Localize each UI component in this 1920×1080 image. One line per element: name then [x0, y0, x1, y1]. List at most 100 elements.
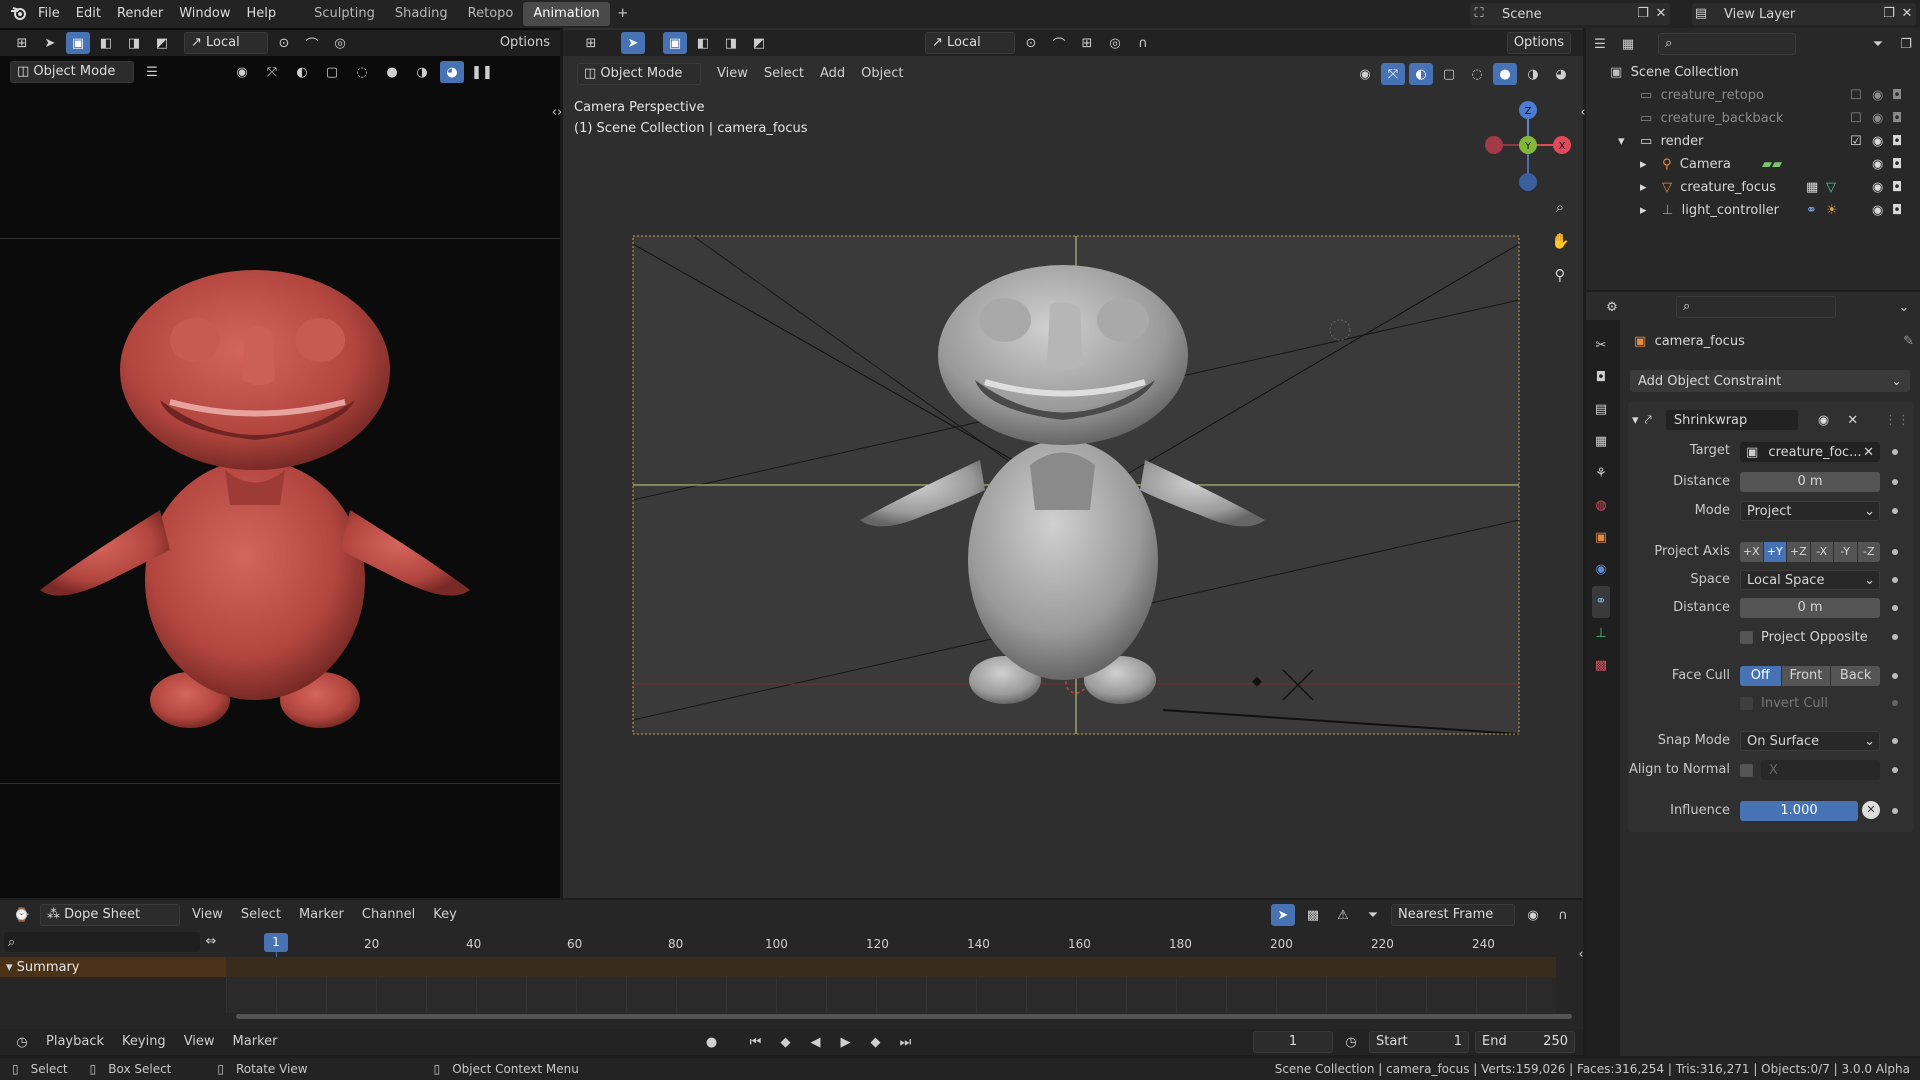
falloff-curve-icon[interactable]: ∩ — [1551, 904, 1575, 926]
constraint-visibility-icon[interactable]: ◉ — [1818, 413, 1829, 428]
dopesheet-filter-icon[interactable]: ⏷ — [1361, 904, 1385, 926]
main-material-shading-icon[interactable]: ◑ — [1521, 63, 1545, 85]
animate-dot-icon[interactable] — [1892, 577, 1898, 583]
outliner-row[interactable]: ▾ ▭ render ☑ ◉ ◘ — [1618, 132, 1902, 151]
left-wire-shading-icon[interactable]: ◌ — [350, 61, 374, 83]
render-camera-icon[interactable]: ◘ — [1892, 109, 1902, 128]
main-falloff-icon[interactable]: ∩ — [1131, 32, 1155, 54]
menu-render[interactable]: Render — [109, 1, 171, 27]
tool-tab-icon[interactable]: ✂ — [1592, 330, 1610, 362]
outliner-filter-icon[interactable]: ⏷ — [1866, 33, 1890, 55]
project-opposite-checkbox[interactable]: Project Opposite — [1740, 627, 1868, 647]
main-editor-type-icon[interactable]: ⊞ — [579, 32, 603, 54]
left-solid-shading-icon[interactable]: ● — [380, 61, 404, 83]
left-render-shading-icon[interactable]: ◕ — [440, 61, 464, 83]
menu-edit[interactable]: Edit — [68, 1, 109, 27]
face-cull-back[interactable]: Back — [1831, 666, 1880, 686]
texture-tab-icon[interactable]: ▩ — [1592, 650, 1610, 682]
main-gizmo-icon[interactable]: ⤧ — [1381, 63, 1405, 85]
checkbox-box[interactable] — [1740, 630, 1753, 644]
blender-logo-icon[interactable] — [8, 5, 30, 23]
animate-dot-icon[interactable] — [1892, 738, 1898, 744]
properties-editor-type-icon[interactable]: ⚙ — [1600, 296, 1624, 318]
main-overlay-icon[interactable]: ◐ — [1409, 63, 1433, 85]
animate-dot-icon[interactable] — [1892, 673, 1898, 679]
main-menu-select[interactable]: Select — [758, 63, 810, 85]
main-xray-icon[interactable]: ▢ — [1437, 63, 1461, 85]
render-camera-icon[interactable]: ◘ — [1892, 155, 1902, 174]
menu-window[interactable]: Window — [171, 1, 238, 27]
dopesheet-menu-view[interactable]: View — [186, 904, 229, 926]
remove-scene-icon[interactable]: ✕ — [1652, 5, 1670, 23]
physics-tab-icon[interactable]: ◉ — [1592, 554, 1610, 586]
remove-view-layer-icon[interactable]: ✕ — [1898, 5, 1916, 23]
pin-icon[interactable]: ✎ — [1903, 334, 1914, 349]
play-icon[interactable]: ▶ — [833, 1031, 857, 1053]
select-invert-icon[interactable]: ◩ — [150, 32, 174, 54]
dopesheet-search-field[interactable]: ⌕ — [4, 932, 200, 952]
main-select-subtract-icon[interactable]: ◨ — [719, 32, 743, 54]
constraint-name-field[interactable]: Shrinkwrap — [1665, 410, 1798, 430]
exclude-checkbox-checked-icon[interactable]: ☑ — [1850, 132, 1862, 151]
navigation-gizmo[interactable]: Z Y X — [1478, 98, 1578, 198]
data-tab-icon[interactable]: ⊥ — [1592, 618, 1610, 650]
dopesheet-scrollbar[interactable] — [236, 1014, 1572, 1019]
left-options-button[interactable]: Options — [494, 32, 556, 54]
prev-keyframe-icon[interactable]: ◆ — [773, 1031, 797, 1053]
exclude-checkbox-icon[interactable]: ☐ — [1850, 109, 1862, 128]
left-pause-icon[interactable]: ❚❚ — [470, 61, 494, 83]
proportional-edit-icon[interactable]: ◉ — [1521, 904, 1545, 926]
left-visibility-icon[interactable]: ◉ — [230, 61, 254, 83]
left-orientation-dropdown[interactable]: ↗ Local — [184, 32, 268, 54]
main-snap-icon[interactable]: ⌒ — [1047, 32, 1071, 54]
animate-dot-icon[interactable] — [1892, 479, 1898, 485]
dopesheet-menu-channel[interactable]: Channel — [356, 904, 421, 926]
menu-file[interactable]: File — [30, 1, 68, 27]
outliner-editor-type-icon[interactable]: ☰ — [1588, 33, 1612, 55]
face-cull-off[interactable]: Off — [1740, 666, 1781, 686]
invert-cull-checkbox[interactable]: Invert Cull — [1740, 693, 1828, 713]
scene-tab-icon[interactable]: ⚘ — [1592, 458, 1610, 490]
dopesheet-collapse-icon[interactable]: ‹ — [1572, 946, 1590, 964]
axis-button-px[interactable]: +X — [1740, 542, 1763, 562]
pivot-icon[interactable]: ⊙ — [272, 32, 296, 54]
constraint-delete-icon[interactable]: ✕ — [1847, 413, 1858, 428]
tab-shading[interactable]: Shading — [385, 2, 458, 26]
align-normal-axis-select[interactable]: X — [1761, 760, 1880, 780]
view-layer-tab-icon[interactable]: ▦ — [1592, 426, 1610, 458]
proportional-icon[interactable]: ◎ — [328, 32, 352, 54]
select-subtract-icon[interactable]: ◨ — [122, 32, 146, 54]
main-visibility-icon[interactable]: ◉ — [1353, 63, 1377, 85]
summary-track[interactable] — [226, 957, 1556, 977]
clock-icon[interactable]: ◷ — [1339, 1031, 1363, 1053]
target-clear-icon[interactable]: ✕ — [1863, 445, 1874, 460]
main-snap-target-icon[interactable]: ⊞ — [1075, 32, 1099, 54]
copy-view-layer-icon[interactable]: ❐ — [1880, 5, 1898, 23]
only-selected-icon[interactable]: ➤ — [1271, 904, 1295, 926]
snap-mode-dropdown[interactable]: Nearest Frame — [1391, 904, 1515, 926]
main-select-extend-icon[interactable]: ◧ — [691, 32, 715, 54]
animate-dot-icon[interactable] — [1892, 549, 1898, 555]
jump-start-icon[interactable]: ⏮ — [743, 1031, 767, 1053]
animate-dot-icon[interactable] — [1892, 808, 1898, 814]
axis-button-nz[interactable]: -Z — [1857, 542, 1880, 562]
timeline-menu-keying[interactable]: Keying — [116, 1031, 172, 1053]
tab-sculpting[interactable]: Sculpting — [304, 2, 385, 26]
visibility-eye-icon[interactable]: ◉ — [1872, 86, 1883, 105]
visibility-eye-icon[interactable]: ◉ — [1872, 132, 1883, 151]
tab-animation[interactable]: Animation — [523, 2, 610, 26]
jump-end-icon[interactable]: ⏭ — [893, 1031, 917, 1053]
face-cull-front[interactable]: Front — [1781, 666, 1831, 686]
expand-arrow-icon[interactable]: ▸ — [1640, 178, 1662, 197]
render-tab-icon[interactable]: ◘ — [1592, 362, 1610, 394]
dopesheet-editor-type-icon[interactable]: ⌚ — [10, 904, 34, 926]
copy-scene-icon[interactable]: ❐ — [1634, 5, 1652, 23]
dopesheet-menu-select[interactable]: Select — [235, 904, 287, 926]
influence-slider[interactable]: 1.000 — [1740, 801, 1858, 821]
current-frame-indicator[interactable]: 1 — [264, 933, 288, 952]
main-menu-object[interactable]: Object — [855, 63, 909, 85]
animate-dot-icon[interactable] — [1892, 508, 1898, 514]
left-mode-dropdown[interactable]: ◫ Object Mode — [10, 61, 134, 83]
axis-button-nx[interactable]: -X — [1810, 542, 1833, 562]
select-tool-icon[interactable]: ➤ — [38, 32, 62, 54]
